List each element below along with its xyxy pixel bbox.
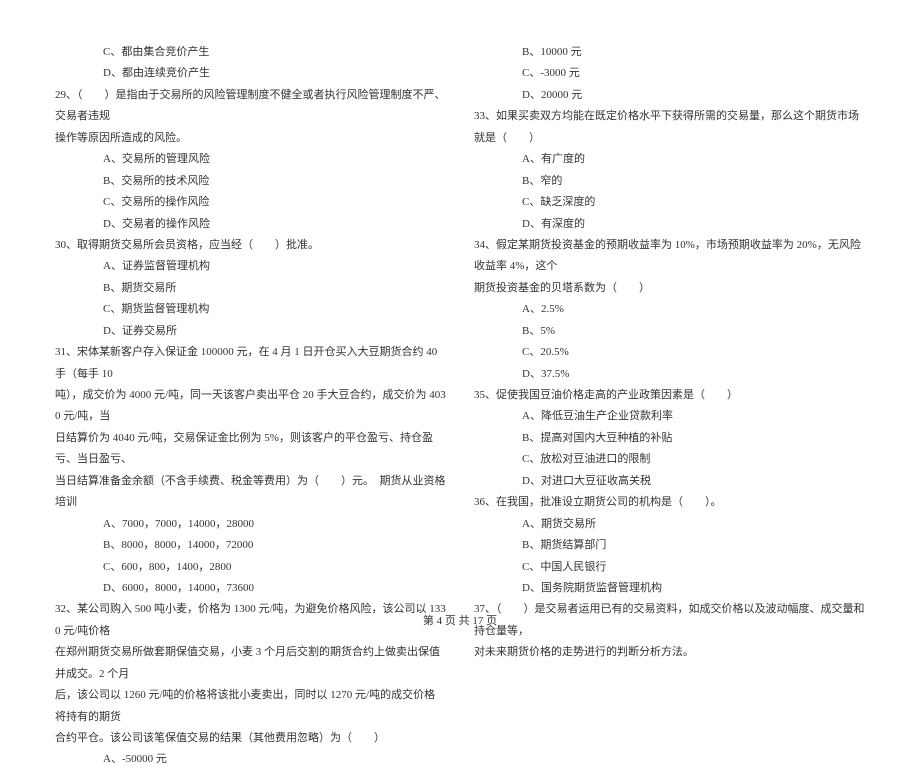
q31-stem-cont4: 当日结算准备金余额（不含手续费、税金等费用）为（ ）元。 期货从业资格培训 — [55, 471, 446, 514]
q29-stem: 29、（ ）是指由于交易所的风险管理制度不健全或者执行风险管理制度不严、交易者违… — [55, 85, 446, 128]
page: C、都由集合竞价产生 D、都由连续竞价产生 29、（ ）是指由于交易所的风险管理… — [0, 0, 920, 650]
q35-option-c: C、放松对豆油进口的限制 — [474, 449, 865, 470]
q36-stem: 36、在我国，批准设立期货公司的机构是（ ）。 — [474, 492, 865, 513]
left-column: C、都由集合竞价产生 D、都由连续竞价产生 29、（ ）是指由于交易所的风险管理… — [55, 42, 446, 602]
q30-option-a: A、证券监督管理机构 — [55, 256, 446, 277]
q33-option-d: D、有深度的 — [474, 214, 865, 235]
columns: C、都由集合竞价产生 D、都由连续竞价产生 29、（ ）是指由于交易所的风险管理… — [55, 42, 865, 602]
q30-stem: 30、取得期货交易所会员资格，应当经（ ）批准。 — [55, 235, 446, 256]
q36-option-b: B、期货结算部门 — [474, 535, 865, 556]
q34-stem: 34、假定某期货投资基金的预期收益率为 10%，市场预期收益率为 20%，无风险… — [474, 235, 865, 278]
q36-option-d: D、国务院期货监督管理机构 — [474, 578, 865, 599]
q29-stem-cont: 操作等原因所造成的风险。 — [55, 128, 446, 149]
q31-option-a: A、7000，7000，14000，28000 — [55, 514, 446, 535]
q32-option-a: A、-50000 元 — [55, 749, 446, 770]
q33-option-b: B、窄的 — [474, 171, 865, 192]
q29-option-a: A、交易所的管理风险 — [55, 149, 446, 170]
q34-option-c: C、20.5% — [474, 342, 865, 363]
q29-option-c: C、交易所的操作风险 — [55, 192, 446, 213]
q35-stem: 35、促使我国豆油价格走高的产业政策因素是（ ） — [474, 385, 865, 406]
q31-stem: 31、宋体某新客户存入保证金 100000 元，在 4 月 1 日开仓买入大豆期… — [55, 342, 446, 385]
q28-option-c: C、都由集合竞价产生 — [55, 42, 446, 63]
q31-stem-cont3: 日结算价为 4040 元/吨，交易保证金比例为 5%，则该客户的平仓盈亏、持仓盈… — [55, 428, 446, 471]
q36-option-c: C、中国人民银行 — [474, 557, 865, 578]
q33-option-c: C、缺乏深度的 — [474, 192, 865, 213]
q30-option-c: C、期货监督管理机构 — [55, 299, 446, 320]
q33-option-a: A、有广度的 — [474, 149, 865, 170]
q37-stem-cont: 对未来期货价格的走势进行的判断分析方法。 — [474, 642, 865, 663]
page-footer: 第 4 页 共 17 页 — [0, 611, 920, 632]
q34-option-a: A、2.5% — [474, 299, 865, 320]
q32-stem-cont2: 在郑州期货交易所做套期保值交易，小麦 3 个月后交割的期货合约上做卖出保值并成交… — [55, 642, 446, 685]
q32-stem-cont4: 合约平仓。该公司该笔保值交易的结果（其他费用忽略）为（ ） — [55, 728, 446, 749]
q35-option-a: A、降低豆油生产企业贷款利率 — [474, 406, 865, 427]
q35-option-d: D、对进口大豆征收高关税 — [474, 471, 865, 492]
q31-option-c: C、600，800，1400，2800 — [55, 557, 446, 578]
q32-option-d: D、20000 元 — [474, 85, 865, 106]
q33-stem: 33、如果买卖双方均能在既定价格水平下获得所需的交易量，那么这个期货市场就是（ … — [474, 106, 865, 149]
q29-option-d: D、交易者的操作风险 — [55, 214, 446, 235]
q34-option-b: B、5% — [474, 321, 865, 342]
q31-option-b: B、8000，8000，14000，72000 — [55, 535, 446, 556]
q30-option-b: B、期货交易所 — [55, 278, 446, 299]
q29-option-b: B、交易所的技术风险 — [55, 171, 446, 192]
q34-stem-cont: 期货投资基金的贝塔系数为（ ） — [474, 278, 865, 299]
right-column: B、10000 元 C、-3000 元 D、20000 元 33、如果买卖双方均… — [474, 42, 865, 602]
q32-option-c: C、-3000 元 — [474, 63, 865, 84]
q28-option-d: D、都由连续竞价产生 — [55, 63, 446, 84]
q31-stem-cont2: 吨），成交价为 4000 元/吨，同一天该客户卖出平仓 20 手大豆合约，成交价… — [55, 385, 446, 428]
q34-option-d: D、37.5% — [474, 364, 865, 385]
q36-option-a: A、期货交易所 — [474, 514, 865, 535]
q32-option-b: B、10000 元 — [474, 42, 865, 63]
q30-option-d: D、证券交易所 — [55, 321, 446, 342]
q31-option-d: D、6000，8000，14000，73600 — [55, 578, 446, 599]
q35-option-b: B、提高对国内大豆种植的补贴 — [474, 428, 865, 449]
q32-stem-cont3: 后，该公司以 1260 元/吨的价格将该批小麦卖出，同时以 1270 元/吨的成… — [55, 685, 446, 728]
